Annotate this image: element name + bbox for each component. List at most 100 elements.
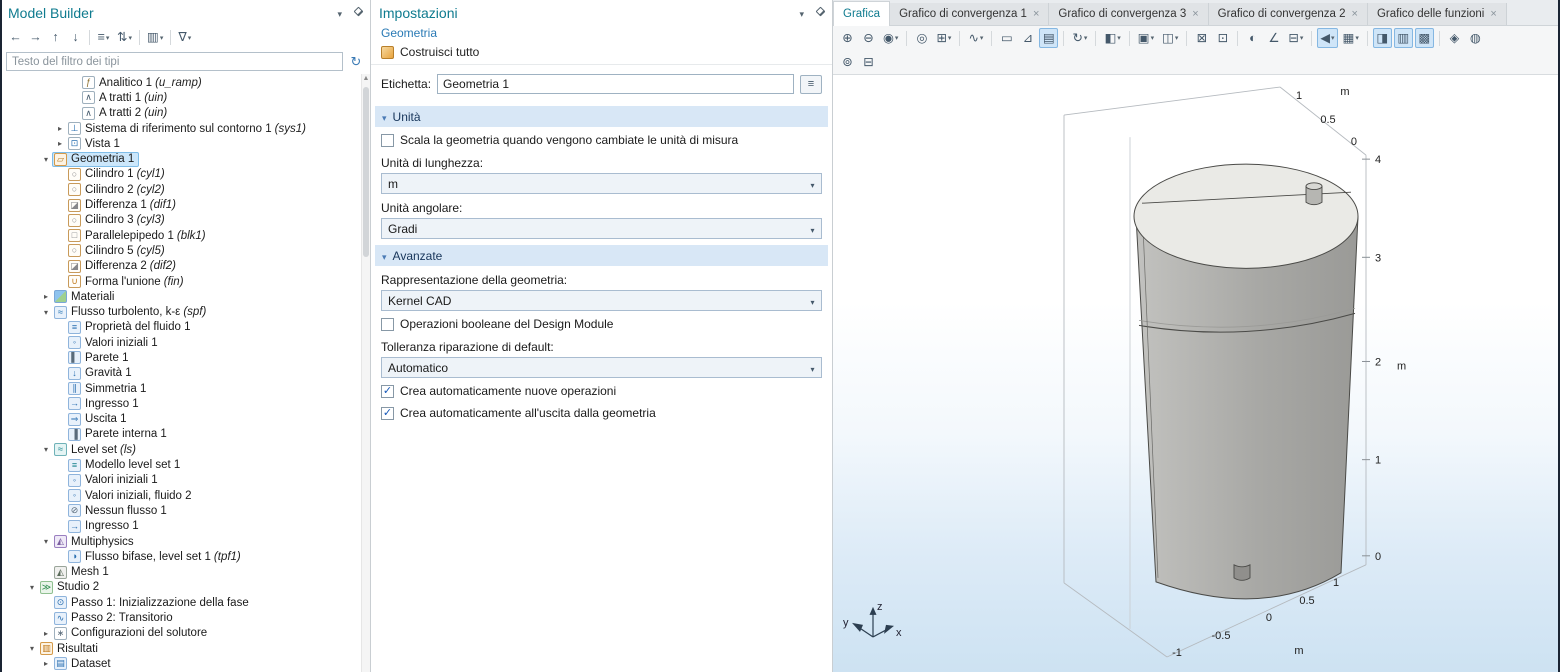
expand-arrow-icon[interactable]: ▸ — [54, 124, 66, 133]
tree-item-differenza-2[interactable]: Differenza 2(dif2) — [0, 259, 360, 274]
scroll-up-icon[interactable]: ▲ — [362, 75, 370, 82]
panel-menu-button[interactable] — [799, 6, 804, 20]
tree-scrollbar[interactable]: ▲ — [361, 74, 370, 672]
expand-arrow-icon[interactable]: ▸ — [40, 629, 52, 638]
filter-button[interactable]: ∇▾ — [175, 28, 194, 48]
dock-window-button[interactable]: ▩ — [1415, 28, 1434, 48]
tab-grafica[interactable]: Grafica — [833, 1, 890, 26]
tree-item-simmetria-1[interactable]: Simmetria 1 — [0, 381, 360, 396]
tree-item-modello-level-set-1[interactable]: Modello level set 1 — [0, 457, 360, 472]
tree-item-materiali[interactable]: ▸Materiali — [0, 289, 360, 304]
split-vertical-button[interactable]: ▥ — [1394, 28, 1413, 48]
tree-item-nessun-flusso-1[interactable]: Nessun flusso 1 — [0, 503, 360, 518]
tree-item-analitico-1[interactable]: Analitico 1(u_ramp) — [0, 75, 360, 90]
tree-item-parallelepipedo-1[interactable]: Parallelepipedo 1(blk1) — [0, 228, 360, 243]
collapse-arrow-icon[interactable]: ▾ — [40, 445, 52, 454]
model-tree-settings-button[interactable]: ≡▾ — [94, 28, 113, 48]
collapse-arrow-icon[interactable]: ▾ — [26, 583, 38, 592]
refresh-icon[interactable]: ↻ — [348, 54, 364, 70]
sort-button[interactable]: ⇅▾ — [114, 28, 135, 48]
tree-item-dataset[interactable]: ▸Dataset — [0, 656, 360, 671]
tree-item-passo-1-inizializzazione-della-fase[interactable]: Passo 1: Inizializzazione della fase — [0, 595, 360, 610]
move-down-button[interactable]: ↓ — [66, 28, 85, 48]
zoom-menu-button[interactable]: ◉▾ — [880, 28, 901, 48]
tree-item-gravit-1[interactable]: Gravità 1 — [0, 366, 360, 381]
panel-menu-button[interactable] — [337, 6, 342, 20]
section-advanced[interactable]: Avanzate — [375, 245, 828, 266]
rename-button[interactable] — [800, 75, 822, 94]
tree-item-multiphysics[interactable]: ▾Multiphysics — [0, 534, 360, 549]
tree-item-valori-iniziali-fluido-2[interactable]: Valori iniziali, fluido 2 — [0, 488, 360, 503]
pin-icon[interactable] — [812, 7, 824, 19]
tree-item-cilindro-3[interactable]: Cilindro 3(cyl3) — [0, 213, 360, 228]
axis-limits-button[interactable]: ▭ — [997, 28, 1016, 48]
expand-arrow-icon[interactable]: ▸ — [54, 139, 66, 148]
close-tab-icon[interactable]: × — [1490, 8, 1496, 20]
tree-item-parete-1[interactable]: Parete 1 — [0, 350, 360, 365]
view-direction-button[interactable]: ◀▾ — [1317, 28, 1337, 48]
scrollbar-thumb[interactable] — [363, 87, 369, 257]
scene-settings-button[interactable]: ⊟▾ — [1285, 28, 1306, 48]
go-to-default-view-button[interactable]: ◎ — [912, 28, 931, 48]
tree-item-valori-iniziali-1[interactable]: Valori iniziali 1 — [0, 335, 360, 350]
tree-item-level-set[interactable]: ▾Level set(ls) — [0, 442, 360, 457]
collapse-arrow-icon[interactable]: ▾ — [40, 537, 52, 546]
tree-item-passo-2-transitorio[interactable]: Passo 2: Transitorio — [0, 610, 360, 625]
type-filter-input[interactable] — [6, 52, 343, 71]
plot-while-solving-button[interactable]: ∿▾ — [965, 28, 986, 48]
history-back-button[interactable]: ← — [6, 28, 25, 48]
tab-grafico-delle-funzioni[interactable]: Grafico delle funzioni× — [1368, 3, 1507, 25]
zoom-in-button[interactable]: ⊕ — [838, 28, 857, 48]
checkbox-unchecked-icon[interactable] — [381, 318, 394, 331]
view-menu-button[interactable]: ▦▾ — [1340, 28, 1362, 48]
checkbox-checked-icon[interactable] — [381, 407, 394, 420]
print-button[interactable]: ⊟ — [859, 52, 878, 72]
tab-grafico-di-convergenza-3[interactable]: Grafico di convergenza 3× — [1049, 3, 1208, 25]
grid-lines-button[interactable]: ▤ — [1039, 28, 1058, 48]
tree-item-flusso-turbolento-k[interactable]: ▾Flusso turbolento, k-ε(spf) — [0, 304, 360, 319]
tree-item-vista-1[interactable]: ▸Vista 1 — [0, 136, 360, 151]
image-export-button[interactable]: ▣▾ — [1135, 28, 1157, 48]
transparency-button[interactable]: ◐ — [1243, 28, 1262, 48]
expand-arrow-icon[interactable]: ▸ — [40, 659, 52, 668]
tree-item-forma-l-unione[interactable]: Forma l'unione(fin) — [0, 274, 360, 289]
columns-button[interactable]: ▥▾ — [144, 28, 166, 48]
tolerance-select[interactable]: Automatico — [381, 357, 822, 378]
graphics-canvas[interactable]: z y x 43210m10.50m10.50-0.5-1m — [833, 75, 1560, 672]
zoom-selected-button[interactable]: ⊡ — [1213, 28, 1232, 48]
auto-operations-checkbox-row[interactable]: Crea automaticamente nuove operazioni — [371, 378, 832, 400]
animation-export-button[interactable]: ◫▾ — [1159, 28, 1181, 48]
tree-item-cilindro-2[interactable]: Cilindro 2(cyl2) — [0, 182, 360, 197]
select-box-button[interactable]: ⊠ — [1192, 28, 1211, 48]
tree-item-a-tratti-2[interactable]: A tratti 2(uin) — [0, 106, 360, 121]
measure-button[interactable]: ∠ — [1264, 28, 1283, 48]
zoom-extents-button[interactable]: ⊞▾ — [933, 28, 954, 48]
design-module-checkbox-row[interactable]: Operazioni booleane del Design Module — [371, 311, 832, 333]
snap-to-grid-button[interactable]: ◈ — [1445, 28, 1464, 48]
tree-item-parete-interna-1[interactable]: Parete interna 1 — [0, 427, 360, 442]
split-horizontal-button[interactable]: ◨ — [1373, 28, 1392, 48]
color-theme-button[interactable]: ◧▾ — [1101, 28, 1123, 48]
tree-item-uscita-1[interactable]: Uscita 1 — [0, 412, 360, 427]
tree-item-sistema-di-riferimento-sul-contorno-1[interactable]: ▸Sistema di riferimento sul contorno 1(s… — [0, 121, 360, 136]
section-units[interactable]: Unità — [375, 106, 828, 127]
tree-item-propriet-del-fluido-1[interactable]: Proprietà del fluido 1 — [0, 320, 360, 335]
tree-item-geometria-1[interactable]: ▾Geometria 1 — [0, 151, 360, 166]
close-tab-icon[interactable]: × — [1192, 8, 1198, 20]
collapse-arrow-icon[interactable]: ▾ — [26, 644, 38, 653]
pin-icon[interactable] — [350, 7, 362, 19]
tab-grafico-di-convergenza-1[interactable]: Grafico di convergenza 1× — [890, 3, 1049, 25]
tree-item-risultati[interactable]: ▾Risultati — [0, 641, 360, 656]
move-up-button[interactable]: ↑ — [46, 28, 65, 48]
representation-select[interactable]: Kernel CAD — [381, 290, 822, 311]
tree-item-mesh-1[interactable]: Mesh 1 — [0, 565, 360, 580]
tree-item-cilindro-1[interactable]: Cilindro 1(cyl1) — [0, 167, 360, 182]
log-scale-button[interactable]: ⊿ — [1018, 28, 1037, 48]
expand-arrow-icon[interactable]: ▸ — [40, 292, 52, 301]
collapse-arrow-icon[interactable]: ▾ — [40, 308, 52, 317]
graphics-help-button[interactable]: ◍ — [1466, 28, 1485, 48]
label-input[interactable] — [437, 74, 794, 94]
close-tab-icon[interactable]: × — [1033, 8, 1039, 20]
collapse-arrow-icon[interactable]: ▾ — [40, 155, 52, 164]
build-all-button[interactable]: Costruisci tutto — [371, 42, 832, 65]
